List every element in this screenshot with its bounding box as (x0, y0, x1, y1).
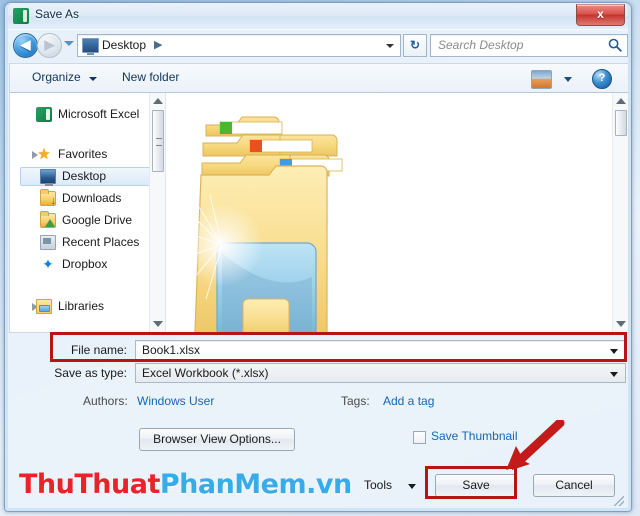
forward-arrow-icon: ▶ (44, 37, 55, 52)
sidebar-item-desktop[interactable]: Desktop (20, 167, 152, 186)
forward-button[interactable]: ▶ (37, 33, 62, 58)
view-chevron-down-icon[interactable] (564, 77, 572, 82)
desktop-icon (40, 169, 56, 186)
tools-chevron-down-icon[interactable] (408, 484, 416, 489)
organize-chevron-down-icon[interactable] (89, 77, 97, 81)
sidebar-scrollbar-thumb[interactable] (152, 110, 164, 172)
dropbox-icon: ✦ (42, 256, 54, 272)
libraries-folder-graphic (190, 116, 343, 332)
breadcrumb-separator-icon: ▶ (154, 39, 163, 51)
sidebar-group-label: Libraries (58, 299, 105, 313)
navigation-bar: ◀ ▶ Desktop ▶ ↻ Search Desktop (5, 29, 631, 61)
scroll-up-icon[interactable] (153, 98, 163, 104)
sidebar-item-label: Downloads (62, 191, 122, 205)
breadcrumb-desktop[interactable]: Desktop (102, 38, 146, 52)
excel-icon (13, 8, 29, 24)
authors-label: Authors: (83, 394, 128, 408)
file-name-value: Book1.xlsx (142, 343, 201, 357)
file-name-chevron-down-icon[interactable] (610, 349, 618, 354)
refresh-button[interactable]: ↻ (403, 34, 427, 57)
sidebar-item-label: Desktop (62, 169, 107, 183)
close-icon: x (597, 7, 604, 21)
organize-button[interactable]: Organize (32, 70, 81, 84)
excel-icon (36, 107, 52, 122)
download-arrow-icon: ↓ (50, 195, 57, 207)
browser-area: Microsoft Excel ★ Favorites Desktop ↓ Do… (9, 93, 629, 333)
window-title: Save As (35, 7, 80, 21)
file-list-scrollbar[interactable] (612, 93, 628, 332)
help-button[interactable]: ? (592, 69, 612, 89)
google-drive-icon (40, 211, 56, 228)
search-placeholder: Search Desktop (438, 38, 524, 52)
file-list-pane[interactable] (166, 93, 628, 332)
save-as-type-label: Save as type: (54, 366, 127, 380)
sidebar-scrollbar[interactable] (149, 93, 165, 332)
sidebar-item-label: Dropbox (62, 257, 108, 271)
new-folder-button[interactable]: New folder (122, 70, 179, 84)
save-as-type-chevron-down-icon[interactable] (610, 372, 618, 377)
sidebar-item-downloads[interactable]: ↓ Downloads (20, 189, 152, 208)
recent-locations-chevron-down-icon[interactable] (64, 41, 74, 46)
title-bar: Save As x (5, 3, 631, 30)
save-as-type-select[interactable]: Excel Workbook (*.xlsx) (135, 363, 626, 383)
help-icon: ? (598, 72, 606, 84)
watermark-blue-text: PhanMem.vn (159, 469, 352, 500)
resize-grip[interactable] (614, 496, 624, 506)
recent-places-icon (40, 235, 56, 250)
library-icon (36, 299, 52, 314)
tags-label: Tags: (341, 394, 370, 408)
watermark-red-text: ThuThuat (19, 469, 160, 500)
scroll-up-icon[interactable] (616, 98, 626, 104)
star-icon: ★ (37, 146, 51, 163)
cancel-button[interactable]: Cancel (533, 474, 615, 497)
save-as-type-value: Excel Workbook (*.xlsx) (142, 366, 269, 380)
sidebar-item-google-drive[interactable]: Google Drive (20, 211, 152, 230)
scroll-down-icon[interactable] (616, 321, 626, 327)
tags-value[interactable]: Add a tag (383, 394, 434, 408)
sidebar-header-label: Microsoft Excel (58, 107, 140, 121)
save-as-dialog: Save As x ◀ ▶ Desktop ▶ ↻ Search Desktop (4, 2, 632, 512)
file-name-label: File name: (70, 343, 127, 357)
tools-button[interactable]: Tools (364, 478, 392, 492)
toolbar: Organize New folder ? (9, 63, 629, 93)
sidebar-item-label: Recent Places (62, 235, 140, 249)
sidebar-item-recent-places[interactable]: Recent Places (20, 233, 152, 252)
navigation-pane: Microsoft Excel ★ Favorites Desktop ↓ Do… (10, 93, 166, 332)
change-view-icon[interactable] (531, 70, 552, 89)
search-input[interactable]: Search Desktop (430, 34, 628, 57)
file-list-scrollbar-thumb[interactable] (615, 110, 627, 136)
search-icon (608, 38, 622, 52)
file-name-input[interactable]: Book1.xlsx (135, 340, 626, 360)
save-thumbnail-checkbox[interactable] (413, 431, 426, 444)
drive-triangle-icon (45, 219, 55, 227)
authors-value[interactable]: Windows User (137, 394, 214, 408)
refresh-icon: ↻ (409, 38, 421, 52)
save-button[interactable]: Save (435, 474, 517, 497)
downloads-folder-icon: ↓ (40, 189, 57, 207)
sidebar-group-label: Favorites (58, 147, 108, 161)
close-button[interactable]: x (576, 4, 625, 26)
address-bar[interactable]: Desktop ▶ (77, 34, 401, 57)
sidebar-item-label: Google Drive (62, 213, 133, 227)
browser-view-options-button[interactable]: Browser View Options... (139, 428, 295, 451)
desktop-icon (82, 38, 99, 55)
back-button[interactable]: ◀ (13, 33, 38, 58)
scroll-down-icon[interactable] (153, 321, 163, 327)
save-thumbnail-label[interactable]: Save Thumbnail (431, 429, 518, 443)
sidebar-item-dropbox[interactable]: ✦ Dropbox (20, 255, 152, 274)
address-chevron-down-icon[interactable] (386, 44, 394, 48)
watermark: ThuThuatPhanMem.vn (19, 469, 352, 500)
back-arrow-icon: ◀ (20, 37, 31, 52)
